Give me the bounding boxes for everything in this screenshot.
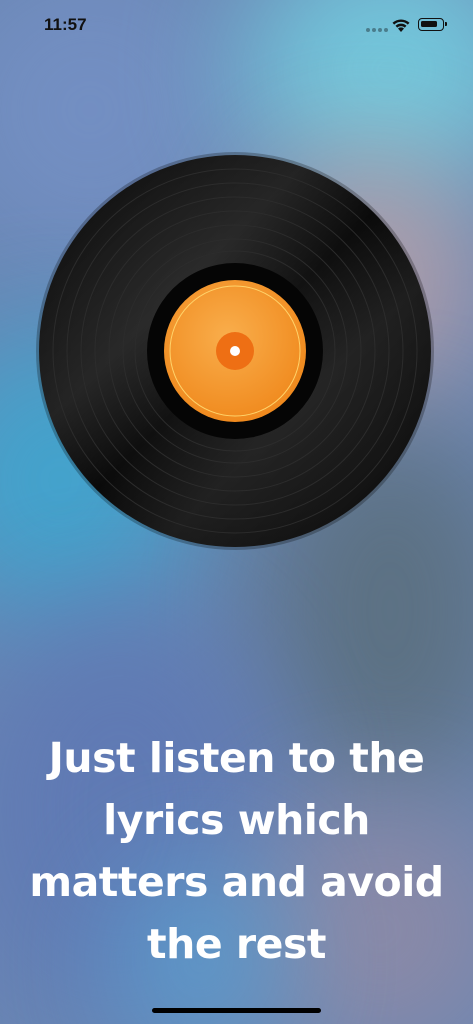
onboarding-caption: Just listen to the lyrics which matters … <box>29 734 444 968</box>
status-bar: 11:57 <box>0 0 473 50</box>
status-time: 11:57 <box>44 15 87 34</box>
signal-dots-icon <box>366 28 388 32</box>
battery-icon <box>418 18 447 31</box>
wifi-icon <box>392 19 410 32</box>
vinyl-record-icon <box>36 152 434 550</box>
home-indicator[interactable] <box>152 1008 321 1013</box>
